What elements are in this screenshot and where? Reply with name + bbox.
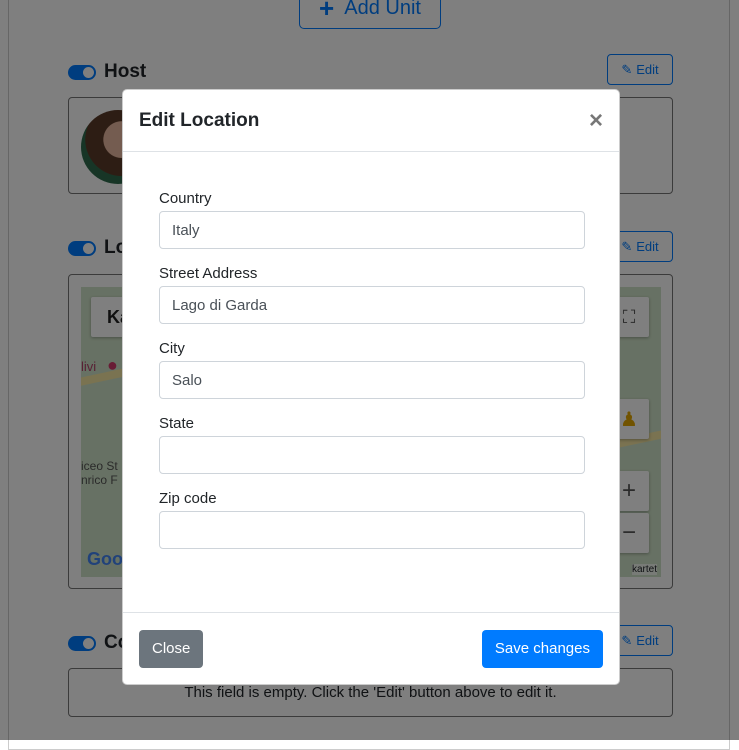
modal-body: Country Street Address City State Zip co…	[123, 152, 619, 549]
country-input[interactable]	[159, 211, 585, 249]
street-address-label: Street Address	[159, 265, 258, 282]
country-label: Country	[159, 190, 212, 207]
zip-code-input[interactable]	[159, 511, 585, 549]
state-label: State	[159, 415, 195, 432]
modal-header: Edit Location ×	[123, 90, 619, 152]
close-icon[interactable]: ×	[589, 107, 603, 135]
modal-footer: Close Save changes	[123, 612, 619, 684]
close-button[interactable]: Close	[139, 629, 204, 668]
modal-title: Edit Location	[139, 109, 260, 131]
state-input[interactable]	[159, 436, 585, 474]
save-changes-button[interactable]: Save changes	[481, 629, 603, 668]
edit-location-modal: Edit Location × Country Street Address C…	[122, 89, 620, 685]
city-label: City	[159, 340, 185, 357]
street-address-input[interactable]	[159, 286, 585, 324]
city-input[interactable]	[159, 361, 585, 399]
zip-code-label: Zip code	[159, 490, 217, 507]
